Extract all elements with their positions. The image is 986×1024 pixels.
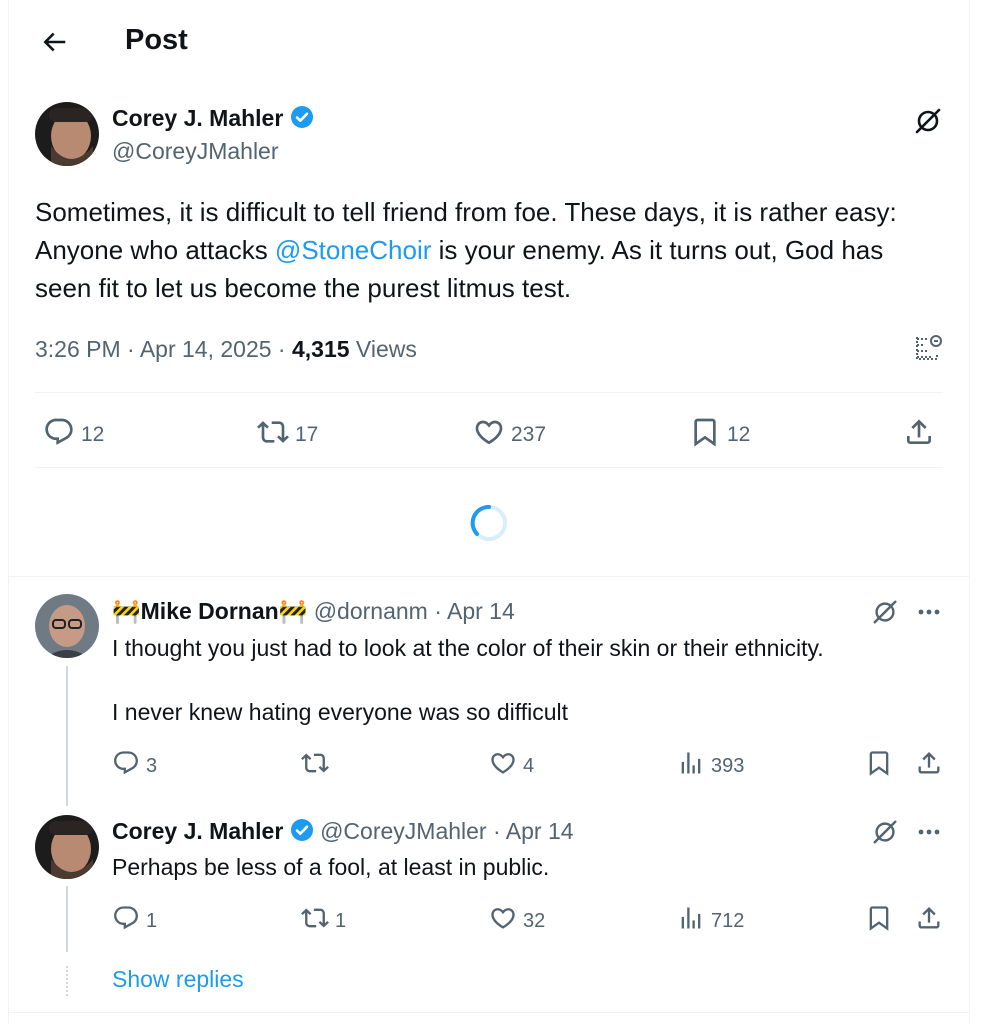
repost-button[interactable]: 1 (301, 904, 346, 938)
grok-icon[interactable] (913, 106, 943, 136)
like-button[interactable]: 4 (489, 749, 534, 783)
reply-count: 3 (146, 754, 158, 777)
views-button[interactable]: 712 (677, 904, 744, 938)
avatar[interactable] (35, 594, 99, 658)
grok-icon[interactable] (871, 598, 899, 626)
share-icon[interactable] (915, 904, 943, 932)
views-icon (677, 749, 705, 783)
reply-count: 1 (146, 909, 158, 932)
repost-icon (257, 416, 289, 454)
divider (9, 576, 969, 577)
reply-icon (43, 416, 75, 454)
like-count: 32 (523, 909, 546, 932)
author-line: Corey J. Mahler (112, 105, 314, 135)
avatar[interactable] (35, 815, 99, 879)
verified-badge-icon[interactable] (290, 818, 314, 848)
reply-handle[interactable]: @CoreyJMahler (320, 818, 487, 844)
like-count: 237 (511, 423, 547, 446)
reply-icon (112, 749, 140, 783)
reply-handle[interactable]: @dornanm (314, 598, 428, 624)
bookmark-icon (689, 416, 721, 454)
reply-author-name[interactable]: Corey J. Mahler (112, 818, 283, 844)
like-icon (489, 749, 517, 783)
share-icon[interactable] (903, 416, 935, 448)
reply-text: Perhaps be less of a fool, at least in p… (112, 851, 549, 883)
more-icon[interactable] (915, 598, 943, 626)
reply-icon (112, 904, 140, 938)
page-title: Post (125, 24, 188, 56)
post-timestamp[interactable]: 3:26 PM · Apr 14, 2025 · (35, 336, 292, 362)
back-arrow-icon[interactable] (39, 27, 69, 57)
post-text: Sometimes, it is difficult to tell frien… (35, 193, 935, 307)
divider (35, 392, 943, 393)
repost-count: 1 (335, 909, 347, 932)
timeline-column: Post Corey J. Mahler @CoreyJMahler Somet… (8, 0, 970, 1024)
reply-text-line: Perhaps be less of a fool, at least in p… (112, 854, 550, 880)
like-icon (473, 416, 505, 454)
verified-badge-icon[interactable] (290, 105, 314, 135)
more-icon[interactable] (915, 818, 943, 846)
author-name[interactable]: Corey J. Mahler (112, 105, 283, 131)
repost-icon (301, 749, 329, 783)
mention-link[interactable]: @StoneChoir (275, 235, 431, 265)
construction-emoji: 🚧 (278, 598, 308, 624)
repost-button[interactable]: 17 (257, 416, 318, 454)
reply-date[interactable]: · Apr 14 (493, 818, 574, 844)
reply-header: Corey J. Mahler @CoreyJMahler · Apr 14 (112, 818, 574, 848)
bookmark-button[interactable]: 12 (689, 416, 750, 454)
like-icon (489, 904, 517, 938)
reply-button[interactable]: 12 (43, 416, 104, 454)
like-button[interactable]: 237 (473, 416, 546, 454)
bookmark-icon[interactable] (865, 904, 893, 932)
post-analytics-icon[interactable] (914, 333, 944, 363)
repost-icon (301, 904, 329, 938)
reply-button[interactable]: 1 (112, 904, 157, 938)
divider (9, 1012, 969, 1013)
loading-spinner-icon (469, 503, 509, 543)
bookmark-icon[interactable] (865, 749, 893, 777)
reply-author-name[interactable]: Mike Dornan (141, 598, 279, 624)
reply-button[interactable]: 3 (112, 749, 157, 783)
thread-line (66, 666, 68, 806)
avatar[interactable] (35, 102, 99, 166)
reply-header: 🚧Mike Dornan🚧 @dornanm · Apr 14 (112, 598, 515, 625)
reply-text: I thought you just had to look at the co… (112, 632, 824, 728)
divider (35, 467, 943, 468)
bookmark-count: 12 (727, 423, 751, 446)
views-count: 4,315 (291, 336, 350, 362)
reply-count: 12 (81, 423, 105, 446)
author-handle[interactable]: @CoreyJMahler (112, 138, 279, 165)
views-label: Views (349, 336, 417, 362)
thread-line (66, 886, 68, 952)
reply-text-line: I never knew hating everyone was so diff… (112, 699, 568, 725)
views-count: 712 (711, 909, 745, 932)
thread-dots (66, 966, 68, 996)
share-icon[interactable] (915, 749, 943, 777)
show-replies-link[interactable]: Show replies (112, 966, 244, 993)
like-count: 4 (523, 754, 535, 777)
construction-emoji: 🚧 (112, 598, 141, 624)
reply-text-line: I thought you just had to look at the co… (112, 635, 824, 661)
views-button[interactable]: 393 (677, 749, 744, 783)
views-count: 393 (711, 754, 745, 777)
post-meta: 3:26 PM · Apr 14, 2025 · 4,315 Views (35, 336, 417, 363)
views-icon (677, 904, 705, 938)
header: Post (9, 0, 969, 86)
repost-count: 17 (295, 423, 319, 446)
like-button[interactable]: 32 (489, 904, 545, 938)
reply-date[interactable]: · Apr 14 (434, 598, 515, 624)
grok-icon[interactable] (871, 818, 899, 846)
repost-button[interactable] (301, 749, 335, 783)
